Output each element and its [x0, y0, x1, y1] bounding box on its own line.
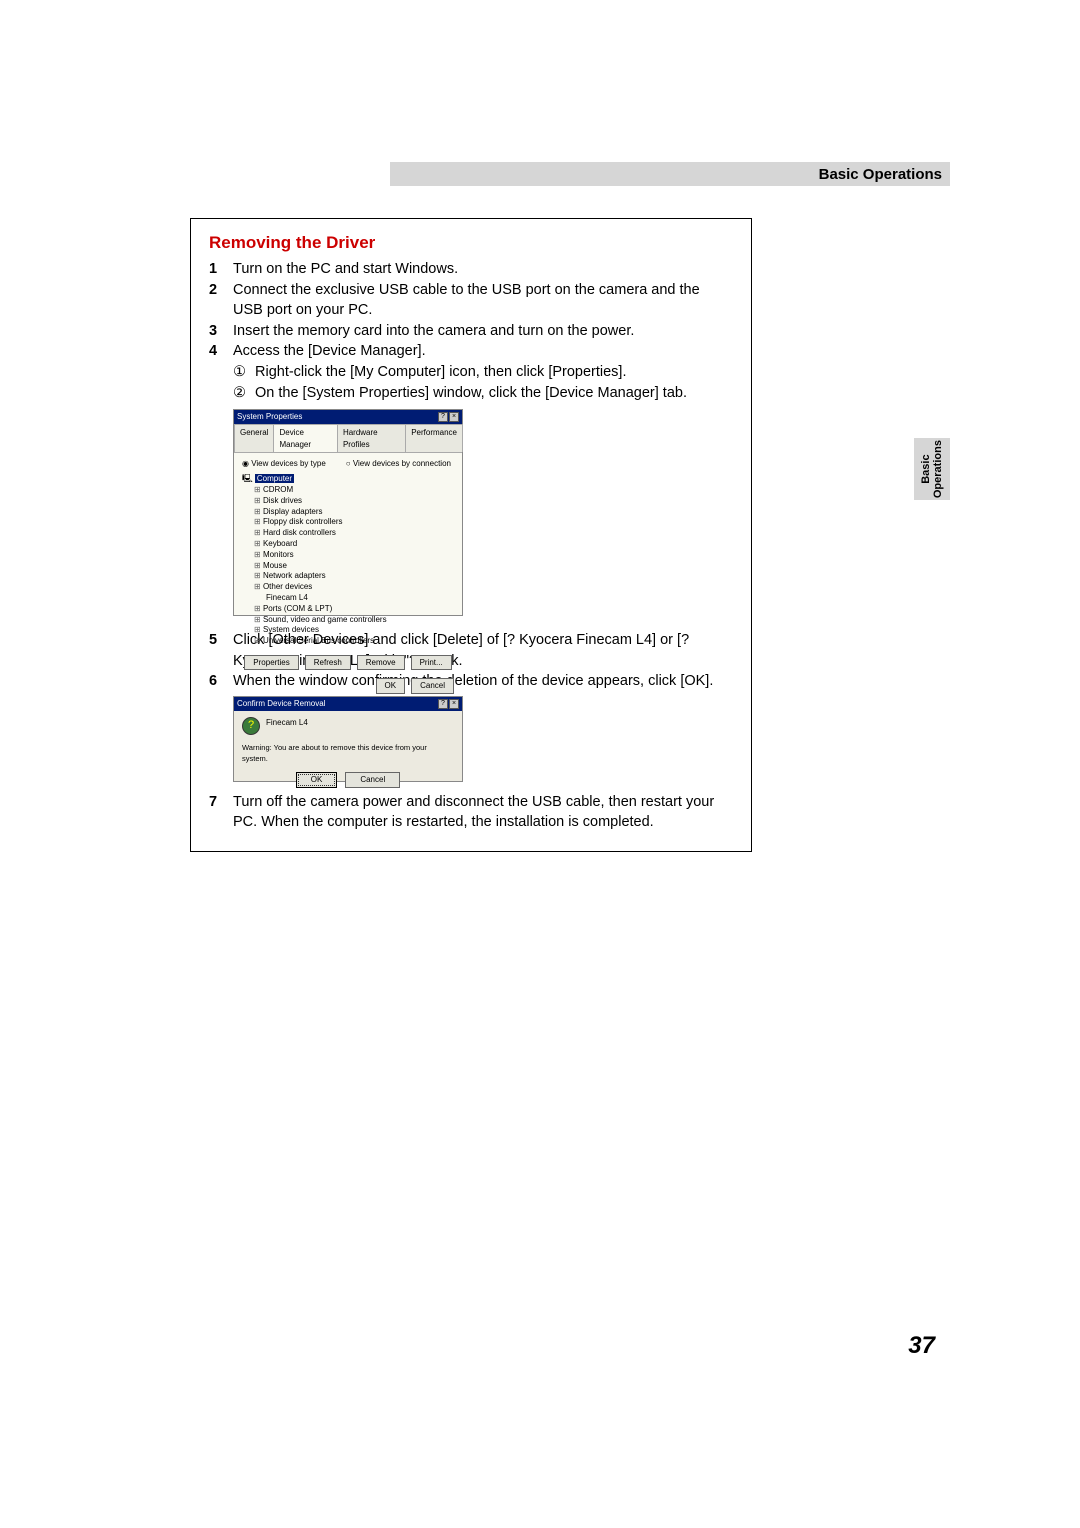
- dialog-buttons: OK Cancel: [234, 768, 462, 791]
- properties-button[interactable]: Properties: [244, 655, 298, 670]
- warning-text: Warning: You are about to remove this de…: [234, 741, 462, 768]
- substep-text: Right-click the [My Computer] icon, then…: [255, 362, 733, 383]
- help-icon[interactable]: ?: [438, 699, 448, 709]
- step-text: Insert the memory card into the camera a…: [233, 321, 733, 342]
- substep-4-1: ① Right-click the [My Computer] icon, th…: [233, 362, 733, 383]
- window-title: Confirm Device Removal: [237, 698, 325, 709]
- tab-device-manager[interactable]: Device Manager: [273, 424, 337, 452]
- device-buttons: Properties Refresh Remove Print...: [234, 651, 462, 674]
- tree-root[interactable]: 🖳 Computer: [242, 474, 454, 485]
- confirm-removal-screenshot: Confirm Device Removal ? × ? Finecam L4 …: [233, 696, 463, 782]
- tree-item[interactable]: Display adapters: [242, 507, 454, 518]
- device-icon: ?: [242, 717, 260, 735]
- side-tab: Basic Operations: [914, 438, 950, 500]
- ok-button[interactable]: OK: [376, 678, 406, 693]
- tree-item[interactable]: Keyboard: [242, 539, 454, 550]
- dialog-buttons: OK Cancel: [234, 674, 462, 697]
- step-number: 3: [209, 321, 233, 342]
- step-7: 7 Turn off the camera power and disconne…: [209, 792, 733, 833]
- tree-item[interactable]: Mouse: [242, 561, 454, 572]
- tree-item[interactable]: Network adapters: [242, 571, 454, 582]
- device-name: Finecam L4: [266, 717, 308, 728]
- tree-item[interactable]: System devices: [242, 625, 454, 636]
- step-number: 1: [209, 259, 233, 280]
- step-text: Access the [Device Manager].: [233, 341, 733, 362]
- side-tab-line1: Basic: [920, 440, 932, 498]
- tree-item[interactable]: CDROM: [242, 485, 454, 496]
- substep-4-2: ② On the [System Properties] window, cli…: [233, 383, 733, 404]
- step-text: Turn on the PC and start Windows.: [233, 259, 733, 280]
- step-number: 2: [209, 280, 233, 321]
- side-tab-line2: Operations: [932, 440, 944, 498]
- help-icon[interactable]: ?: [438, 412, 448, 422]
- step-number: 7: [209, 792, 233, 833]
- section-title: Basic Operations: [819, 166, 942, 183]
- remove-button[interactable]: Remove: [357, 655, 405, 670]
- step-4: 4 Access the [Device Manager].: [209, 341, 733, 362]
- content-frame: Removing the Driver 1 Turn on the PC and…: [190, 218, 752, 852]
- print-button[interactable]: Print...: [411, 655, 452, 670]
- page-number: 37: [908, 1332, 935, 1360]
- substep-marker: ②: [233, 383, 255, 404]
- content-heading: Removing the Driver: [209, 231, 733, 255]
- close-icon[interactable]: ×: [449, 699, 459, 709]
- substep-text: On the [System Properties] window, click…: [255, 383, 733, 404]
- radio-by-connection[interactable]: View devices by connection: [346, 458, 451, 469]
- step-text: Connect the exclusive USB cable to the U…: [233, 280, 733, 321]
- tab-strip: General Device Manager Hardware Profiles…: [234, 424, 462, 453]
- tree-item[interactable]: Ports (COM & LPT): [242, 604, 454, 615]
- cancel-button[interactable]: Cancel: [345, 772, 400, 787]
- tree-item-finecam[interactable]: Finecam L4: [242, 593, 454, 604]
- tree-item[interactable]: Universal Serial Bus controllers: [242, 636, 454, 647]
- step-2: 2 Connect the exclusive USB cable to the…: [209, 280, 733, 321]
- step-1: 1 Turn on the PC and start Windows.: [209, 259, 733, 280]
- refresh-button[interactable]: Refresh: [305, 655, 351, 670]
- step-number: 5: [209, 630, 233, 671]
- cancel-button[interactable]: Cancel: [411, 678, 454, 693]
- view-mode-radios: View devices by type View devices by con…: [234, 453, 462, 474]
- substep-marker: ①: [233, 362, 255, 383]
- system-properties-screenshot: System Properties ? × General Device Man…: [233, 409, 463, 616]
- window-titlebar: System Properties ? ×: [234, 410, 462, 424]
- step-number: 6: [209, 671, 233, 692]
- dialog-body: ? Finecam L4: [234, 711, 462, 741]
- tab-general[interactable]: General: [234, 424, 274, 452]
- tree-item[interactable]: Monitors: [242, 550, 454, 561]
- tree-item[interactable]: Disk drives: [242, 496, 454, 507]
- tab-performance[interactable]: Performance: [405, 424, 463, 452]
- step-number: 4: [209, 341, 233, 362]
- tab-hardware-profiles[interactable]: Hardware Profiles: [337, 424, 406, 452]
- step-3: 3 Insert the memory card into the camera…: [209, 321, 733, 342]
- tree-item[interactable]: Sound, video and game controllers: [242, 615, 454, 626]
- window-title: System Properties: [237, 411, 302, 422]
- window-titlebar: Confirm Device Removal ? ×: [234, 697, 462, 711]
- step-text: Turn off the camera power and disconnect…: [233, 792, 733, 833]
- section-header: Basic Operations: [390, 162, 950, 186]
- close-icon[interactable]: ×: [449, 412, 459, 422]
- device-tree[interactable]: 🖳 Computer CDROM Disk drives Display ada…: [234, 474, 462, 651]
- tree-item-other-devices[interactable]: Other devices: [242, 582, 454, 593]
- tree-item[interactable]: Hard disk controllers: [242, 528, 454, 539]
- radio-by-type[interactable]: View devices by type: [242, 458, 326, 469]
- tree-item[interactable]: Floppy disk controllers: [242, 517, 454, 528]
- ok-button[interactable]: OK: [296, 772, 338, 787]
